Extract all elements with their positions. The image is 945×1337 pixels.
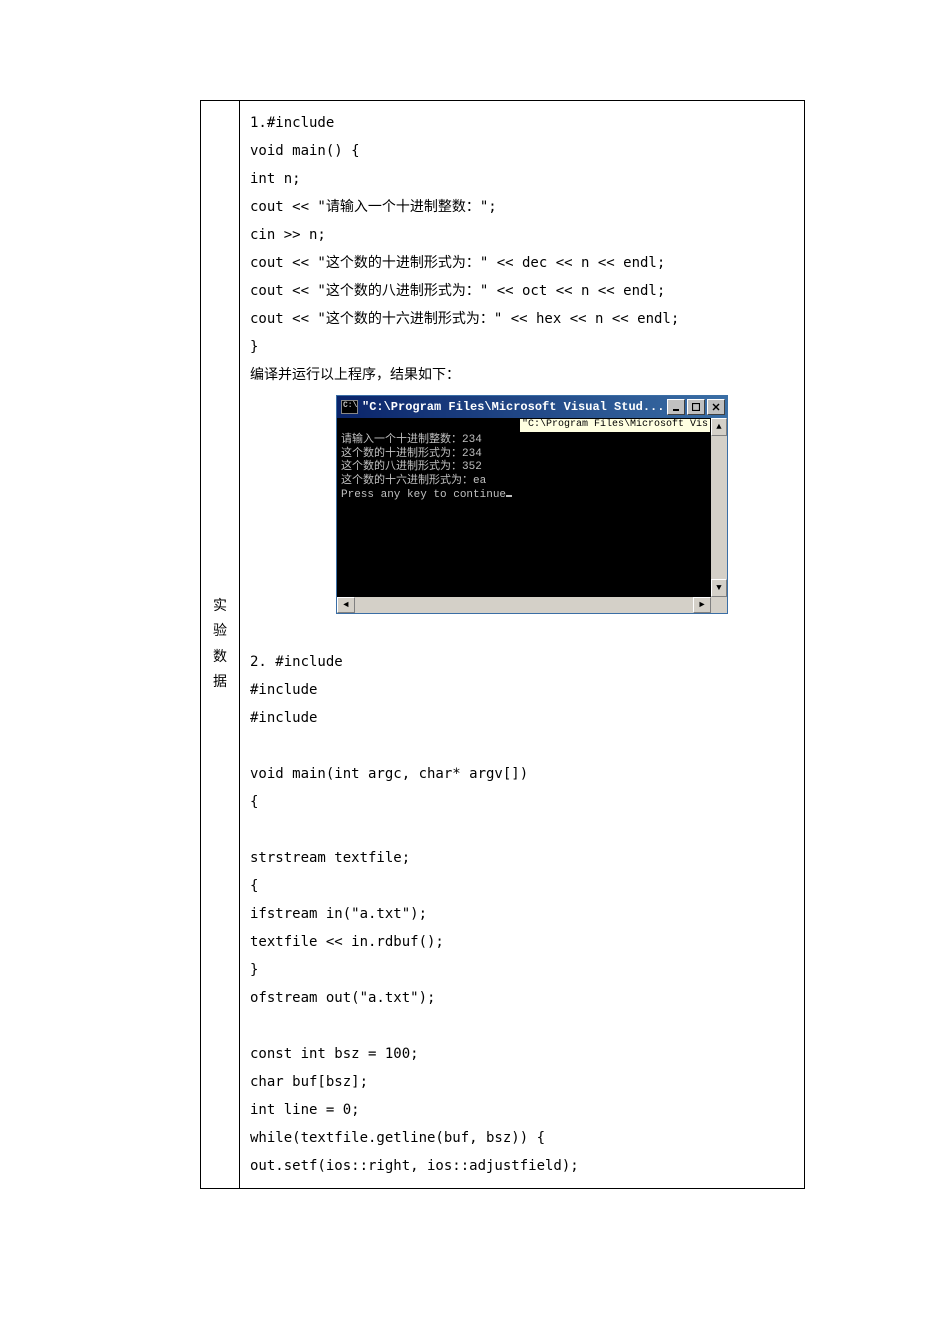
- console-line: Press any key to continue: [341, 489, 506, 501]
- code-line: char buf[bsz];: [250, 1068, 794, 1096]
- code-line: #include: [250, 676, 794, 704]
- blank-line: [250, 1012, 794, 1040]
- minimize-button[interactable]: [667, 399, 685, 415]
- content-cell: 1.#include void main() { int n; cout << …: [240, 101, 805, 1189]
- cursor-icon: [506, 495, 512, 497]
- experiment-table: 实 验 数 据 1.#include void main() { int n; …: [200, 100, 805, 1189]
- code-line: cout << "这个数的八进制形式为：" << oct << n << end…: [250, 277, 794, 305]
- code-line: cout << "请输入一个十进制整数：";: [250, 193, 794, 221]
- code-line: strstream textfile;: [250, 844, 794, 872]
- code-line: void main() {: [250, 137, 794, 165]
- scroll-down-button[interactable]: ▼: [711, 579, 727, 597]
- console-app-icon: C:\: [341, 400, 358, 414]
- scroll-right-button[interactable]: ►: [693, 597, 711, 613]
- document-page: 实 验 数 据 1.#include void main() { int n; …: [0, 0, 945, 1229]
- code-line: void main(int argc, char* argv[]): [250, 760, 794, 788]
- window-controls: [665, 399, 725, 415]
- console-output: 请输入一个十进制整数：234 这个数的十进制形式为：234 这个数的八进制形式为…: [337, 418, 711, 597]
- resize-grip[interactable]: [711, 597, 727, 613]
- code-line: while(textfile.getline(buf, bsz)) {: [250, 1124, 794, 1152]
- code-line: #include: [250, 704, 794, 732]
- code-line: cout << "这个数的十进制形式为：" << dec << n << end…: [250, 249, 794, 277]
- code-line: cout << "这个数的十六进制形式为：" << hex << n << en…: [250, 305, 794, 333]
- code-line: }: [250, 333, 794, 361]
- code-line: cin >> n;: [250, 221, 794, 249]
- blank-line: [250, 732, 794, 760]
- console-tooltip: "C:\Program Files\Microsoft Vis: [519, 418, 711, 433]
- console-line: 这个数的十进制形式为：234: [341, 448, 482, 460]
- code-line: int line = 0;: [250, 1096, 794, 1124]
- console-line: 这个数的十六进制形式为：ea: [341, 475, 486, 487]
- code-line: 1.#include: [250, 109, 794, 137]
- blank-line: [250, 620, 794, 648]
- row-label-cell: 实 验 数 据: [201, 101, 240, 1189]
- code-line: ifstream in("a.txt");: [250, 900, 794, 928]
- console-window: C:\ "C:\Program Files\Microsoft Visual S…: [336, 395, 728, 614]
- console-line: 请输入一个十进制整数：234: [341, 434, 482, 446]
- code-line: int n;: [250, 165, 794, 193]
- code-line: out.setf(ios::right, ios::adjustfield);: [250, 1152, 794, 1180]
- code-line: textfile << in.rdbuf();: [250, 928, 794, 956]
- close-button[interactable]: [707, 399, 725, 415]
- row-label: 实 验 数 据: [213, 599, 227, 690]
- code-line: }: [250, 956, 794, 984]
- code-line: {: [250, 872, 794, 900]
- console-titlebar[interactable]: C:\ "C:\Program Files\Microsoft Visual S…: [337, 396, 727, 418]
- code-line: const int bsz = 100;: [250, 1040, 794, 1068]
- blank-line: [250, 816, 794, 844]
- scroll-left-button[interactable]: ◄: [337, 597, 355, 613]
- console-title: "C:\Program Files\Microsoft Visual Stud.…: [362, 400, 664, 414]
- code-line: ofstream out("a.txt");: [250, 984, 794, 1012]
- console-line: 这个数的八进制形式为：352: [341, 461, 482, 473]
- code-line: 2. #include: [250, 648, 794, 676]
- maximize-button[interactable]: [687, 399, 705, 415]
- horizontal-scrollbar[interactable]: ◄ ►: [337, 597, 711, 613]
- code-line: {: [250, 788, 794, 816]
- code-line: 编译并运行以上程序，结果如下：: [250, 361, 794, 389]
- vertical-scrollbar[interactable]: ▲ ▼: [711, 418, 727, 597]
- scroll-up-button[interactable]: ▲: [711, 418, 727, 436]
